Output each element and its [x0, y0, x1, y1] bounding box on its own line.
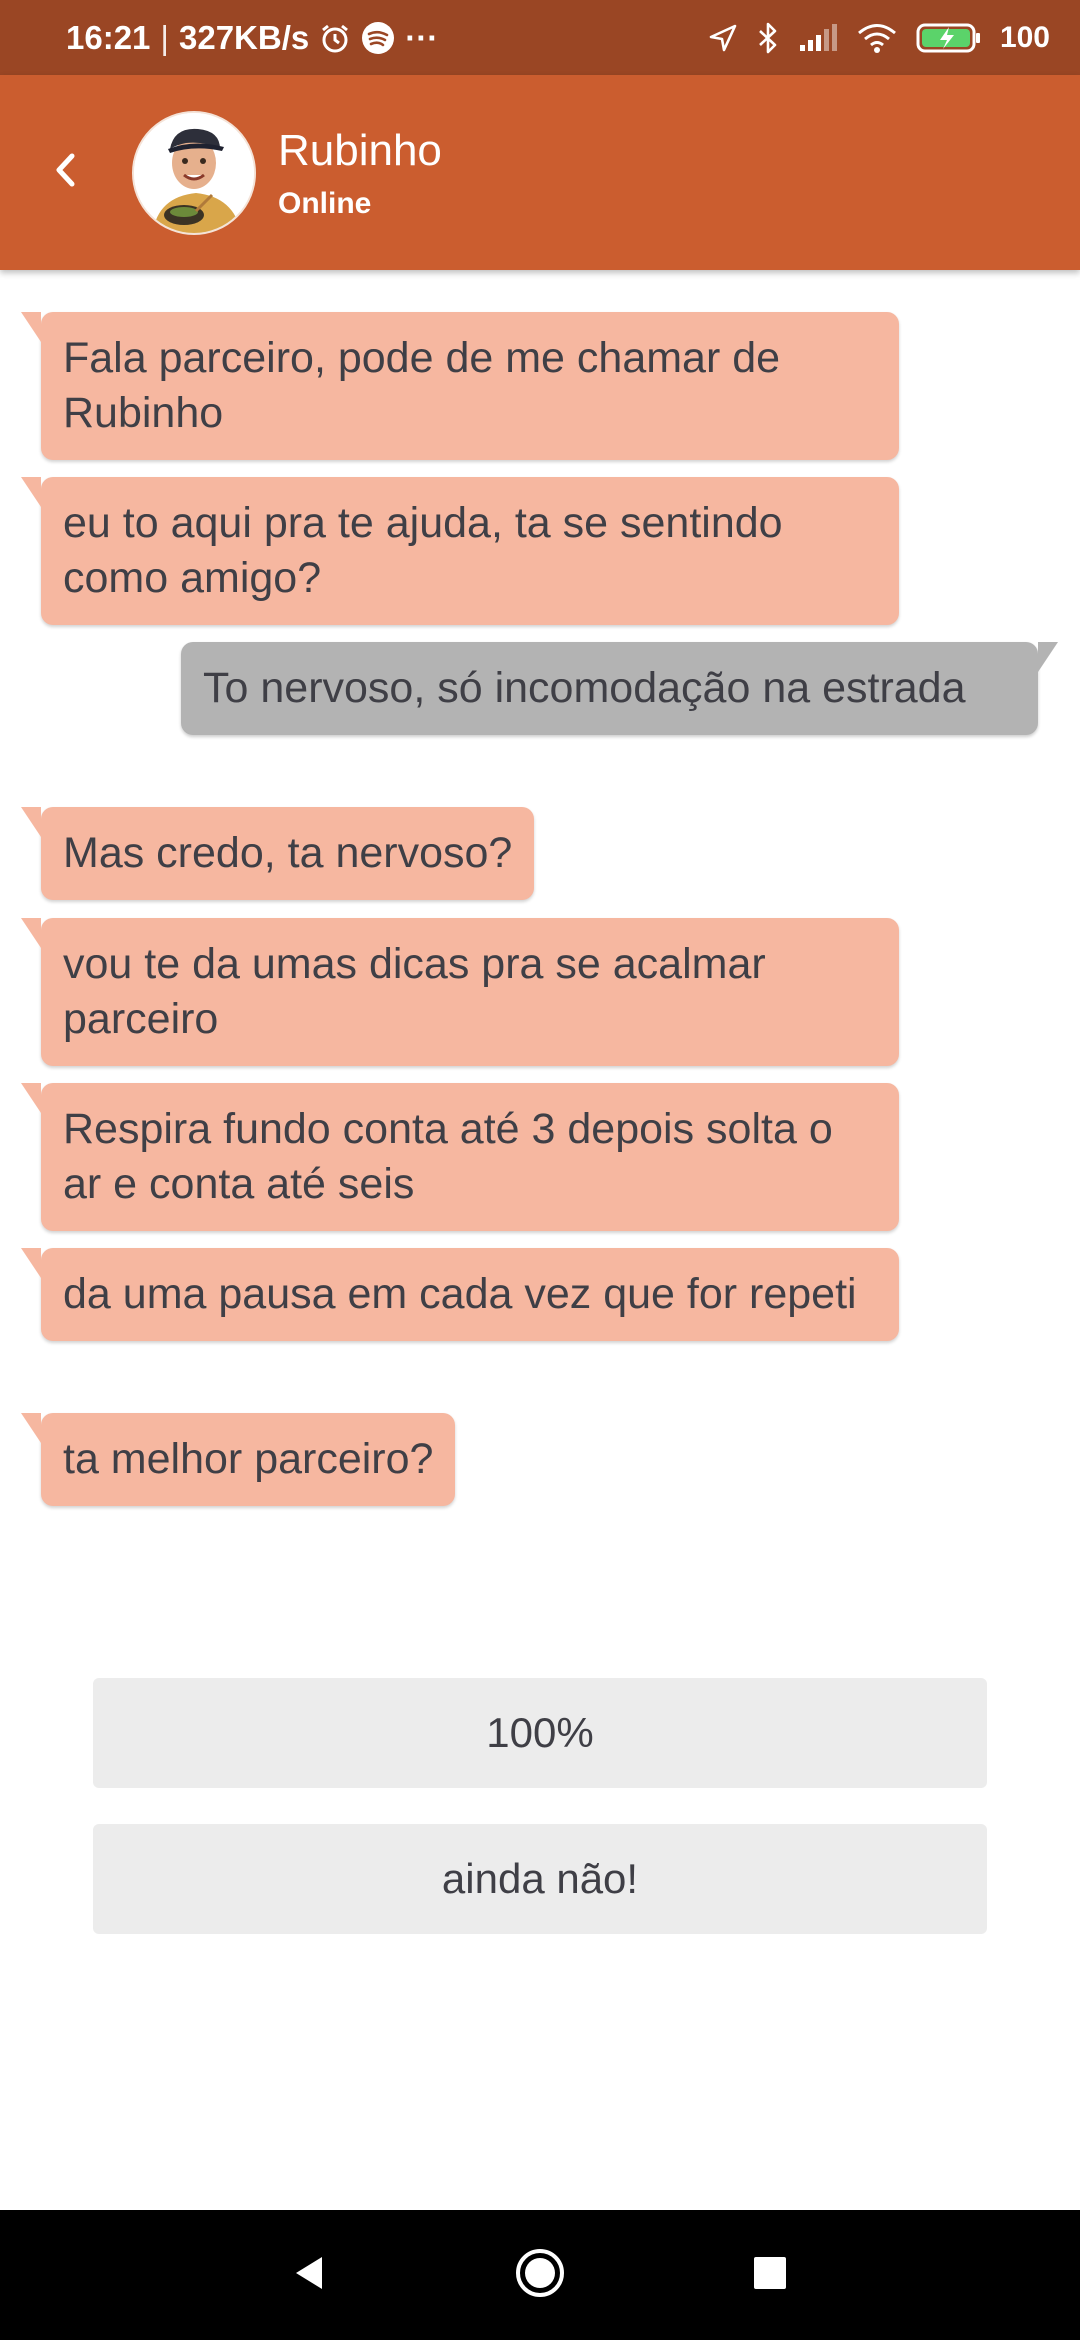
signal-icon [798, 23, 838, 53]
status-separator: | [160, 18, 169, 56]
message-bubble-user: To nervoso, só incomodação na estrada [181, 642, 1058, 735]
message-bubble-bot: eu to aqui pra te ajuda, ta se sentindo … [21, 477, 899, 625]
quick-reply-button[interactable]: ainda não! [93, 1824, 987, 1934]
alarm-icon [319, 22, 351, 54]
status-left: 16:21 | 327KB/s ··· [66, 19, 438, 57]
bluetooth-icon [756, 21, 780, 55]
system-nav-bar [0, 2210, 1080, 2340]
battery-charging-icon [916, 22, 982, 54]
message-bubble-bot: Mas credo, ta nervoso? [20, 807, 535, 900]
nav-recents-button[interactable] [730, 2235, 810, 2315]
contact-status: Online [278, 186, 372, 220]
back-triangle-icon [290, 2253, 330, 2298]
chevron-left-icon [50, 150, 80, 195]
nav-home-button[interactable] [500, 2235, 580, 2315]
avatar-illustration [134, 112, 254, 233]
recents-square-icon [752, 2255, 788, 2296]
avatar[interactable] [132, 110, 256, 235]
status-speed: 327KB/s [178, 18, 310, 56]
message-bubble-bot: Respira fundo conta até 3 depois solta o… [21, 1083, 899, 1231]
contact-name: Rubinho [278, 125, 442, 175]
location-icon [708, 23, 738, 53]
wifi-icon [856, 22, 898, 54]
contact-info: Rubinho Online [278, 125, 442, 221]
message-bubble-bot: Fala parceiro, pode de me chamar de Rubi… [21, 312, 899, 460]
chat-header: Rubinho Online [0, 75, 1080, 270]
message-bubble-bot: ta melhor parceiro? [20, 1413, 456, 1506]
message-bubble-bot: da uma pausa em cada vez que for repeti [21, 1248, 899, 1341]
battery-percent: 100 [999, 20, 1050, 54]
home-circle-icon [513, 2246, 567, 2305]
chat-screen: 16:21 | 327KB/s ··· 100 Rubinho Online F… [0, 0, 1080, 2340]
quick-reply-button[interactable]: 100% [93, 1678, 987, 1788]
status-bar: 16:21 | 327KB/s ··· 100 [0, 0, 1080, 75]
status-more: ··· [405, 18, 439, 56]
back-button[interactable] [30, 138, 100, 208]
status-time: 16:21 [66, 18, 151, 56]
spotify-icon [361, 21, 395, 55]
status-right: 100 [708, 21, 1050, 55]
message-bubble-bot: vou te da umas dicas pra se acalmar parc… [21, 918, 899, 1066]
nav-back-button[interactable] [270, 2235, 350, 2315]
